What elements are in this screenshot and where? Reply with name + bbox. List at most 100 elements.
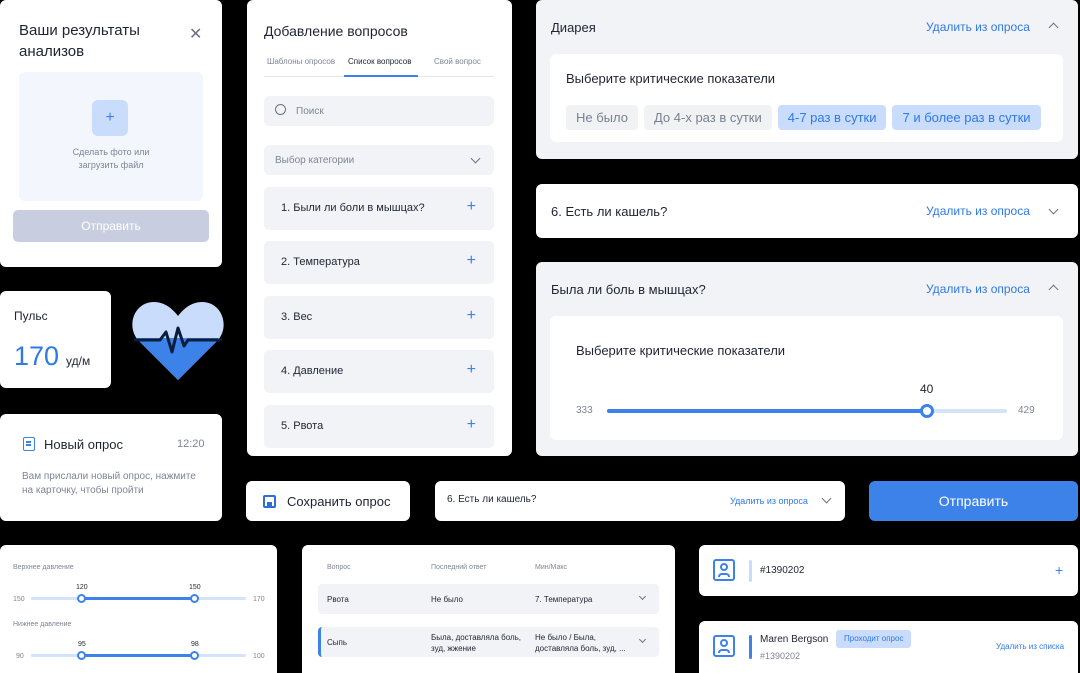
option-chip-selected[interactable]: 7 и более раз в сутки: [892, 105, 1041, 130]
option-chip[interactable]: До 4-х раз в сутки: [643, 105, 772, 130]
cell-last-answer: Была, доставляла боль, зуд, жжение: [431, 633, 522, 653]
search-input[interactable]: Поиск: [264, 96, 494, 126]
plus-icon[interactable]: +: [1055, 562, 1063, 578]
option-chip-selected[interactable]: 4-7 раз в сутки: [777, 105, 887, 130]
lower-pressure-label: Нижнее давление: [13, 621, 72, 628]
active-tab-indicator: [344, 75, 418, 77]
upload-submit-button[interactable]: Отправить: [13, 210, 209, 242]
notification-text: Вам прислали новый опрос, нажмите на кар…: [22, 471, 196, 496]
cough-panel[interactable]: 6. Есть ли кашель? Удалить из опроса: [536, 184, 1078, 238]
lower-min: 90: [16, 653, 24, 660]
upload-dropzone[interactable]: + Сделать фото или загрузить файл: [19, 72, 203, 201]
search-icon: [275, 104, 286, 115]
chevron-down-icon[interactable]: [821, 493, 832, 504]
add-questions-card: Добавление вопросов Шаблоны опросов Спис…: [247, 0, 512, 456]
remove-from-survey-link[interactable]: Удалить из опроса: [730, 496, 808, 506]
cough-compact-title: 6. Есть ли кашель?: [447, 494, 537, 505]
slider-handle[interactable]: [920, 404, 934, 418]
send-button[interactable]: Отправить: [869, 481, 1078, 521]
cell-minmax: 7. Температура: [535, 595, 593, 604]
diarrhea-options-box: Выберите критические показатели Не было Д…: [550, 54, 1063, 142]
cough-compact-row[interactable]: 6. Есть ли кашель? Удалить из опроса: [435, 481, 845, 521]
column-header: Последний ответ: [431, 564, 487, 571]
question-item[interactable]: 1. Были ли боли в мышцах? +: [264, 187, 494, 230]
column-header: Мин/Макс: [535, 564, 567, 571]
divider: [749, 635, 752, 659]
upper-low-handle[interactable]: [77, 594, 86, 603]
tab-own-question[interactable]: Свой вопрос: [434, 57, 481, 66]
table-row[interactable]: Рвота Не было 7. Температура: [318, 584, 659, 614]
remove-from-survey-link[interactable]: Удалить из опроса: [926, 282, 1030, 296]
upper-max: 170: [253, 596, 265, 603]
remove-from-list-link[interactable]: Удалить из списка: [996, 642, 1064, 651]
lower-low-handle[interactable]: [77, 651, 86, 660]
cell-question: Рвота: [327, 595, 349, 604]
muscle-pain-panel: Была ли боль в мышцах? Удалить из опроса…: [536, 262, 1078, 456]
diarrhea-panel: Диарея Удалить из опроса Выберите критич…: [536, 0, 1078, 159]
chevron-down-icon[interactable]: [638, 635, 647, 644]
upload-title: Ваши результаты анализов: [19, 22, 140, 60]
lower-low-value: 95: [78, 641, 86, 648]
user-icon: [713, 635, 735, 657]
slider-min: 333: [576, 405, 593, 416]
table-row[interactable]: Сыпь Была, доставляла боль, зуд, жжение …: [318, 627, 659, 657]
patient-card[interactable]: #1390202 +: [699, 545, 1078, 596]
plus-icon[interactable]: +: [467, 198, 476, 216]
plus-icon[interactable]: +: [467, 361, 476, 379]
question-item[interactable]: 3. Вес +: [264, 296, 494, 339]
option-chips: Не было До 4-х раз в сутки 4-7 раз в сутки…: [566, 105, 1047, 130]
close-icon[interactable]: ✕: [189, 24, 202, 44]
question-item[interactable]: 5. Рвота +: [264, 405, 494, 448]
question-item[interactable]: 2. Температура +: [264, 241, 494, 284]
tab-question-list[interactable]: Список вопросов: [348, 57, 411, 66]
upload-hint: Сделать фото или загрузить файл: [72, 147, 150, 170]
option-chip[interactable]: Не было: [566, 105, 638, 130]
plus-icon[interactable]: +: [92, 100, 128, 136]
pulse-value: 170: [14, 341, 60, 371]
muscle-slider-box: Выберите критические показатели 40 333 4…: [550, 316, 1063, 440]
category-placeholder: Выбор категории: [275, 155, 355, 166]
notification-card[interactable]: Новый опрос 12:20 Вам прислали новый опр…: [0, 414, 222, 521]
cough-title: 6. Есть ли кашель?: [551, 204, 668, 219]
patient-card[interactable]: Maren Bergson #1390202 Проходит опрос Уд…: [699, 621, 1078, 673]
save-icon: [263, 495, 276, 508]
document-icon: [23, 437, 35, 451]
question-item[interactable]: 4. Давление +: [264, 350, 494, 393]
notification-title: Новый опрос: [44, 437, 123, 452]
slider-value: 40: [920, 382, 934, 396]
chevron-down-icon: [470, 153, 481, 164]
upper-high-handle[interactable]: [190, 594, 199, 603]
tab-templates[interactable]: Шаблоны опросов: [267, 57, 335, 66]
patient-id: #1390202: [760, 565, 805, 576]
chevron-down-icon[interactable]: [1048, 204, 1059, 215]
chevron-down-icon[interactable]: [638, 592, 647, 601]
remove-from-survey-link[interactable]: Удалить из опроса: [926, 20, 1030, 34]
pulse-label: Пульс: [14, 309, 48, 323]
divider: [749, 560, 752, 582]
patient-id: #1390202: [760, 651, 801, 661]
upper-fill: [82, 597, 194, 600]
status-badge: Проходит опрос: [836, 630, 912, 648]
upper-high-value: 150: [189, 584, 201, 591]
chevron-up-icon[interactable]: [1048, 22, 1059, 33]
lower-high-handle[interactable]: [190, 651, 199, 660]
plus-icon[interactable]: +: [467, 252, 476, 270]
slider-fill: [607, 409, 927, 413]
diarrhea-title: Диарея: [551, 20, 596, 35]
save-survey-label: Сохранить опрос: [287, 494, 391, 509]
plus-icon[interactable]: +: [467, 416, 476, 434]
pressure-card: Верхнее давление 120 150 150 170 Нижнее …: [0, 545, 277, 673]
muscle-title: Была ли боль в мышцах?: [551, 282, 706, 297]
chevron-up-icon[interactable]: [1048, 284, 1059, 295]
pulse-card: Пульс 170 уд/м: [0, 291, 111, 388]
save-survey-button[interactable]: Сохранить опрос: [246, 481, 410, 521]
patient-name: Maren Bergson: [760, 634, 829, 645]
category-select[interactable]: Выбор категории: [264, 145, 494, 175]
add-questions-title: Добавление вопросов: [264, 23, 408, 39]
upper-min: 150: [13, 596, 25, 603]
lower-max: 100: [253, 653, 265, 660]
slider-max: 429: [1018, 405, 1035, 416]
plus-icon[interactable]: +: [467, 307, 476, 325]
remove-from-survey-link[interactable]: Удалить из опроса: [926, 204, 1030, 218]
cell-last-answer: Не было: [431, 595, 463, 604]
